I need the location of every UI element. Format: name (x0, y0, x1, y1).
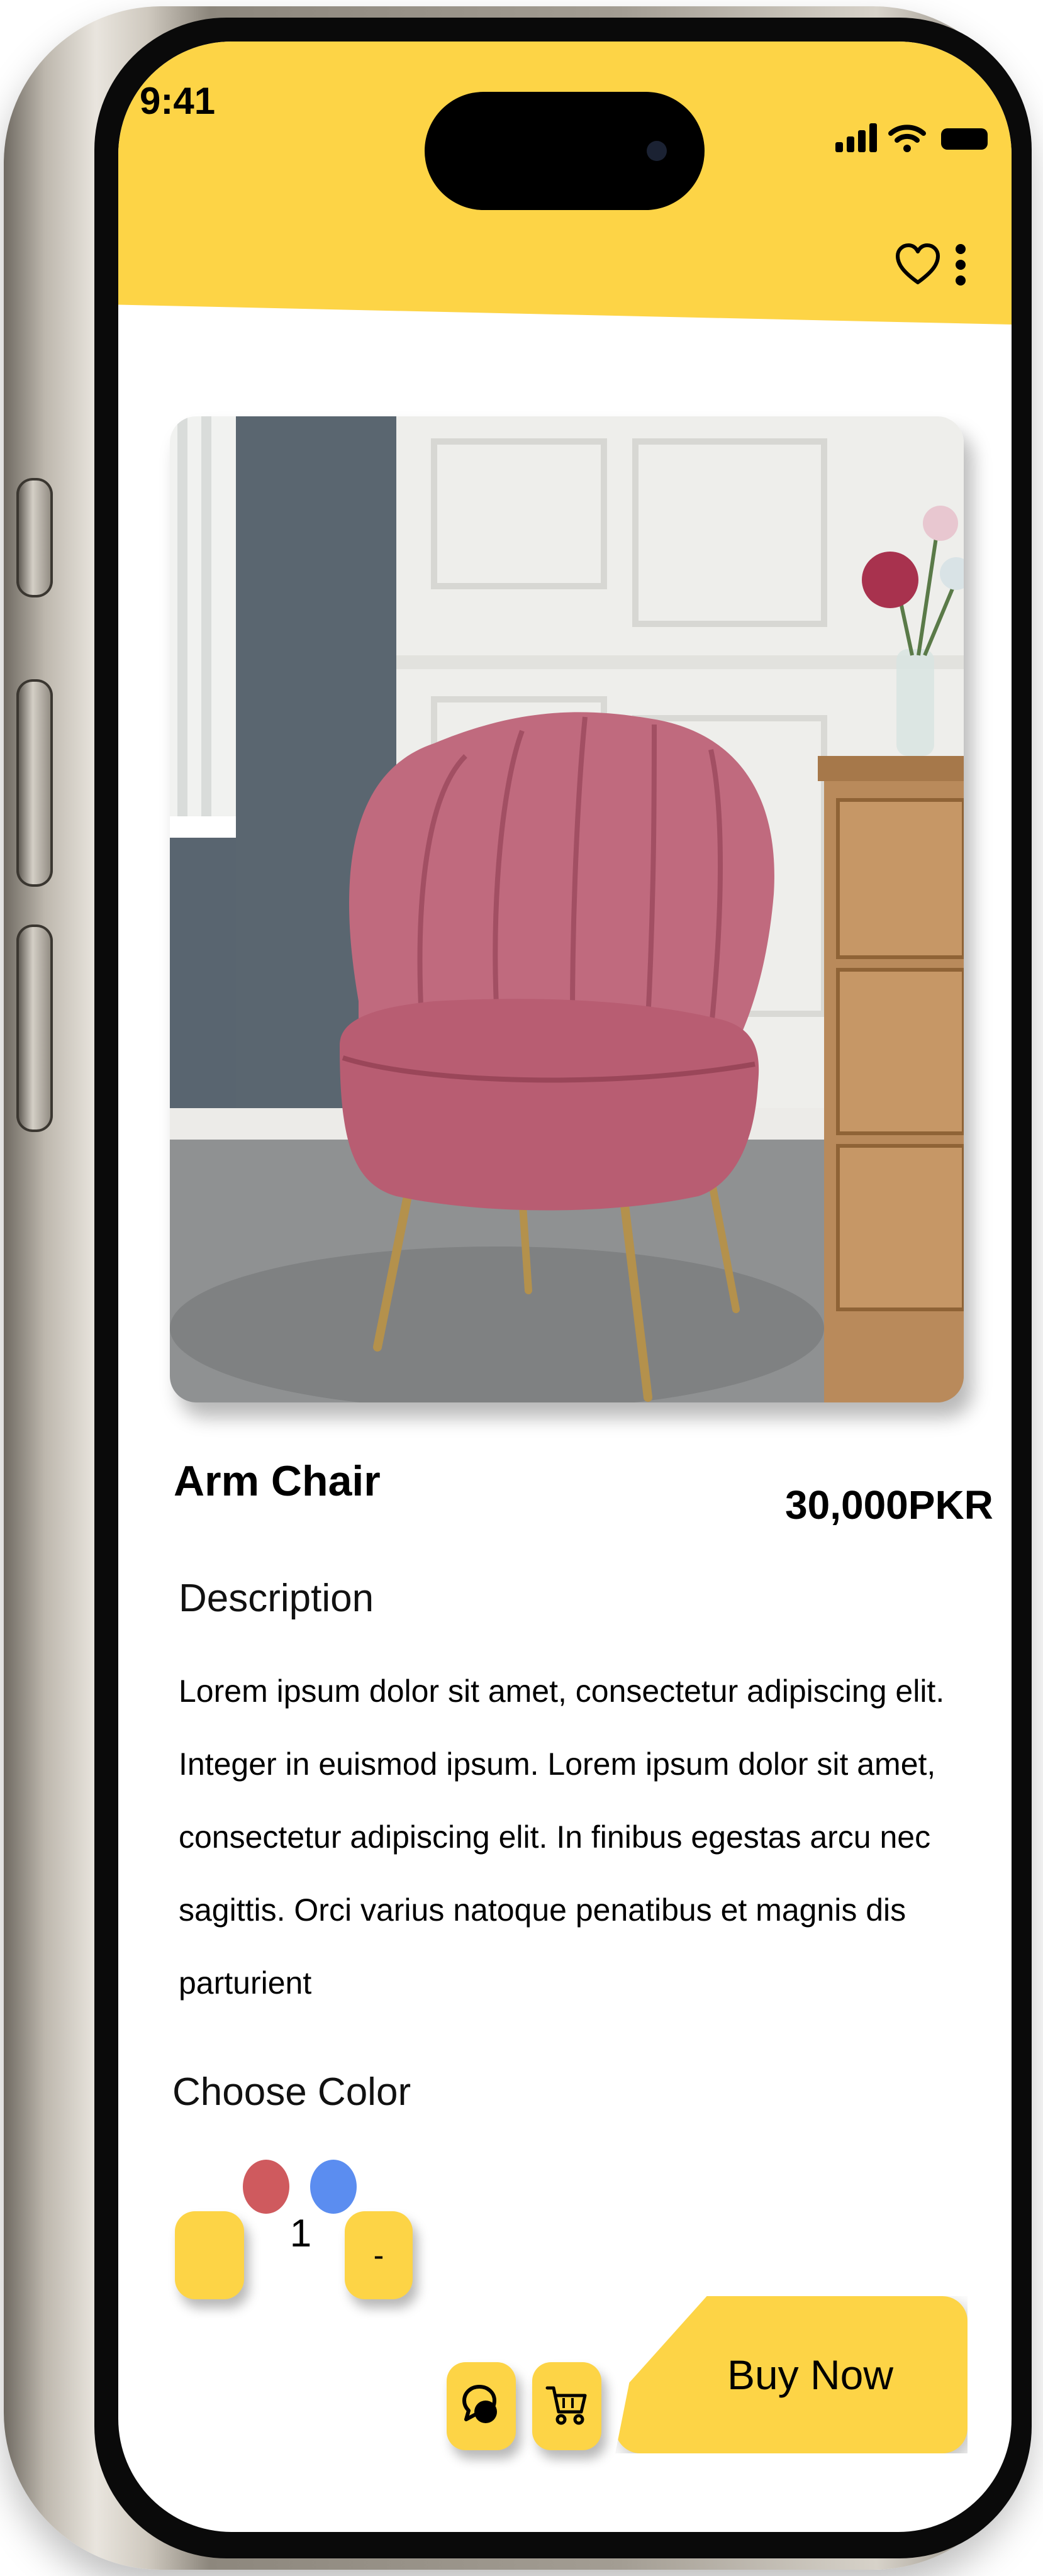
heart-icon[interactable] (895, 243, 940, 289)
product-image (170, 416, 964, 1402)
cellular-signal-icon (835, 123, 877, 155)
mockup-stage: 9:41 Arm Chair 30,000PKR Description Lor… (0, 0, 1043, 2576)
quantity-increase-button[interactable] (175, 2211, 244, 2299)
wifi-icon (888, 123, 926, 155)
buy-now-button[interactable]: Buy Now (615, 2296, 968, 2453)
color-swatch-blue[interactable] (310, 2160, 357, 2214)
description-heading: Description (179, 1577, 374, 1620)
action-button (16, 478, 53, 597)
front-camera (647, 141, 667, 161)
status-time: 9:41 (140, 80, 216, 122)
description-line: Lorem ipsum dolor sit amet, consectetur … (179, 1674, 945, 1709)
color-swatch-red[interactable] (243, 2160, 289, 2214)
description-line: Integer in euismod ipsum. Lorem ipsum do… (179, 1746, 936, 1782)
description-line: consectetur adipiscing elit. In finibus … (179, 1819, 931, 1855)
status-icons (835, 123, 988, 155)
cart-icon (545, 2383, 589, 2430)
product-title: Arm Chair (174, 1457, 381, 1505)
quantity-value: 1 (289, 2212, 312, 2255)
description-line: parturient (179, 1965, 312, 2001)
chat-button[interactable] (447, 2362, 516, 2450)
add-to-cart-button[interactable] (532, 2362, 601, 2450)
volume-down-button (16, 924, 53, 1132)
dynamic-island (425, 92, 705, 210)
battery-icon (937, 123, 988, 155)
product-description: Lorem ipsum dolor sit amet, consectetur … (179, 1655, 965, 2019)
quantity-decrease-button[interactable]: - (345, 2211, 413, 2299)
app-screen: 9:41 Arm Chair 30,000PKR Description Lor… (118, 42, 1012, 2532)
more-vertical-icon[interactable] (954, 243, 967, 290)
volume-up-button (16, 679, 53, 887)
chat-icon (460, 2383, 502, 2430)
description-line: sagittis. Orci varius natoque penatibus … (179, 1892, 906, 1928)
product-price: 30,000PKR (785, 1482, 993, 1528)
choose-color-heading: Choose Color (172, 2070, 411, 2114)
header-actions (895, 243, 967, 290)
